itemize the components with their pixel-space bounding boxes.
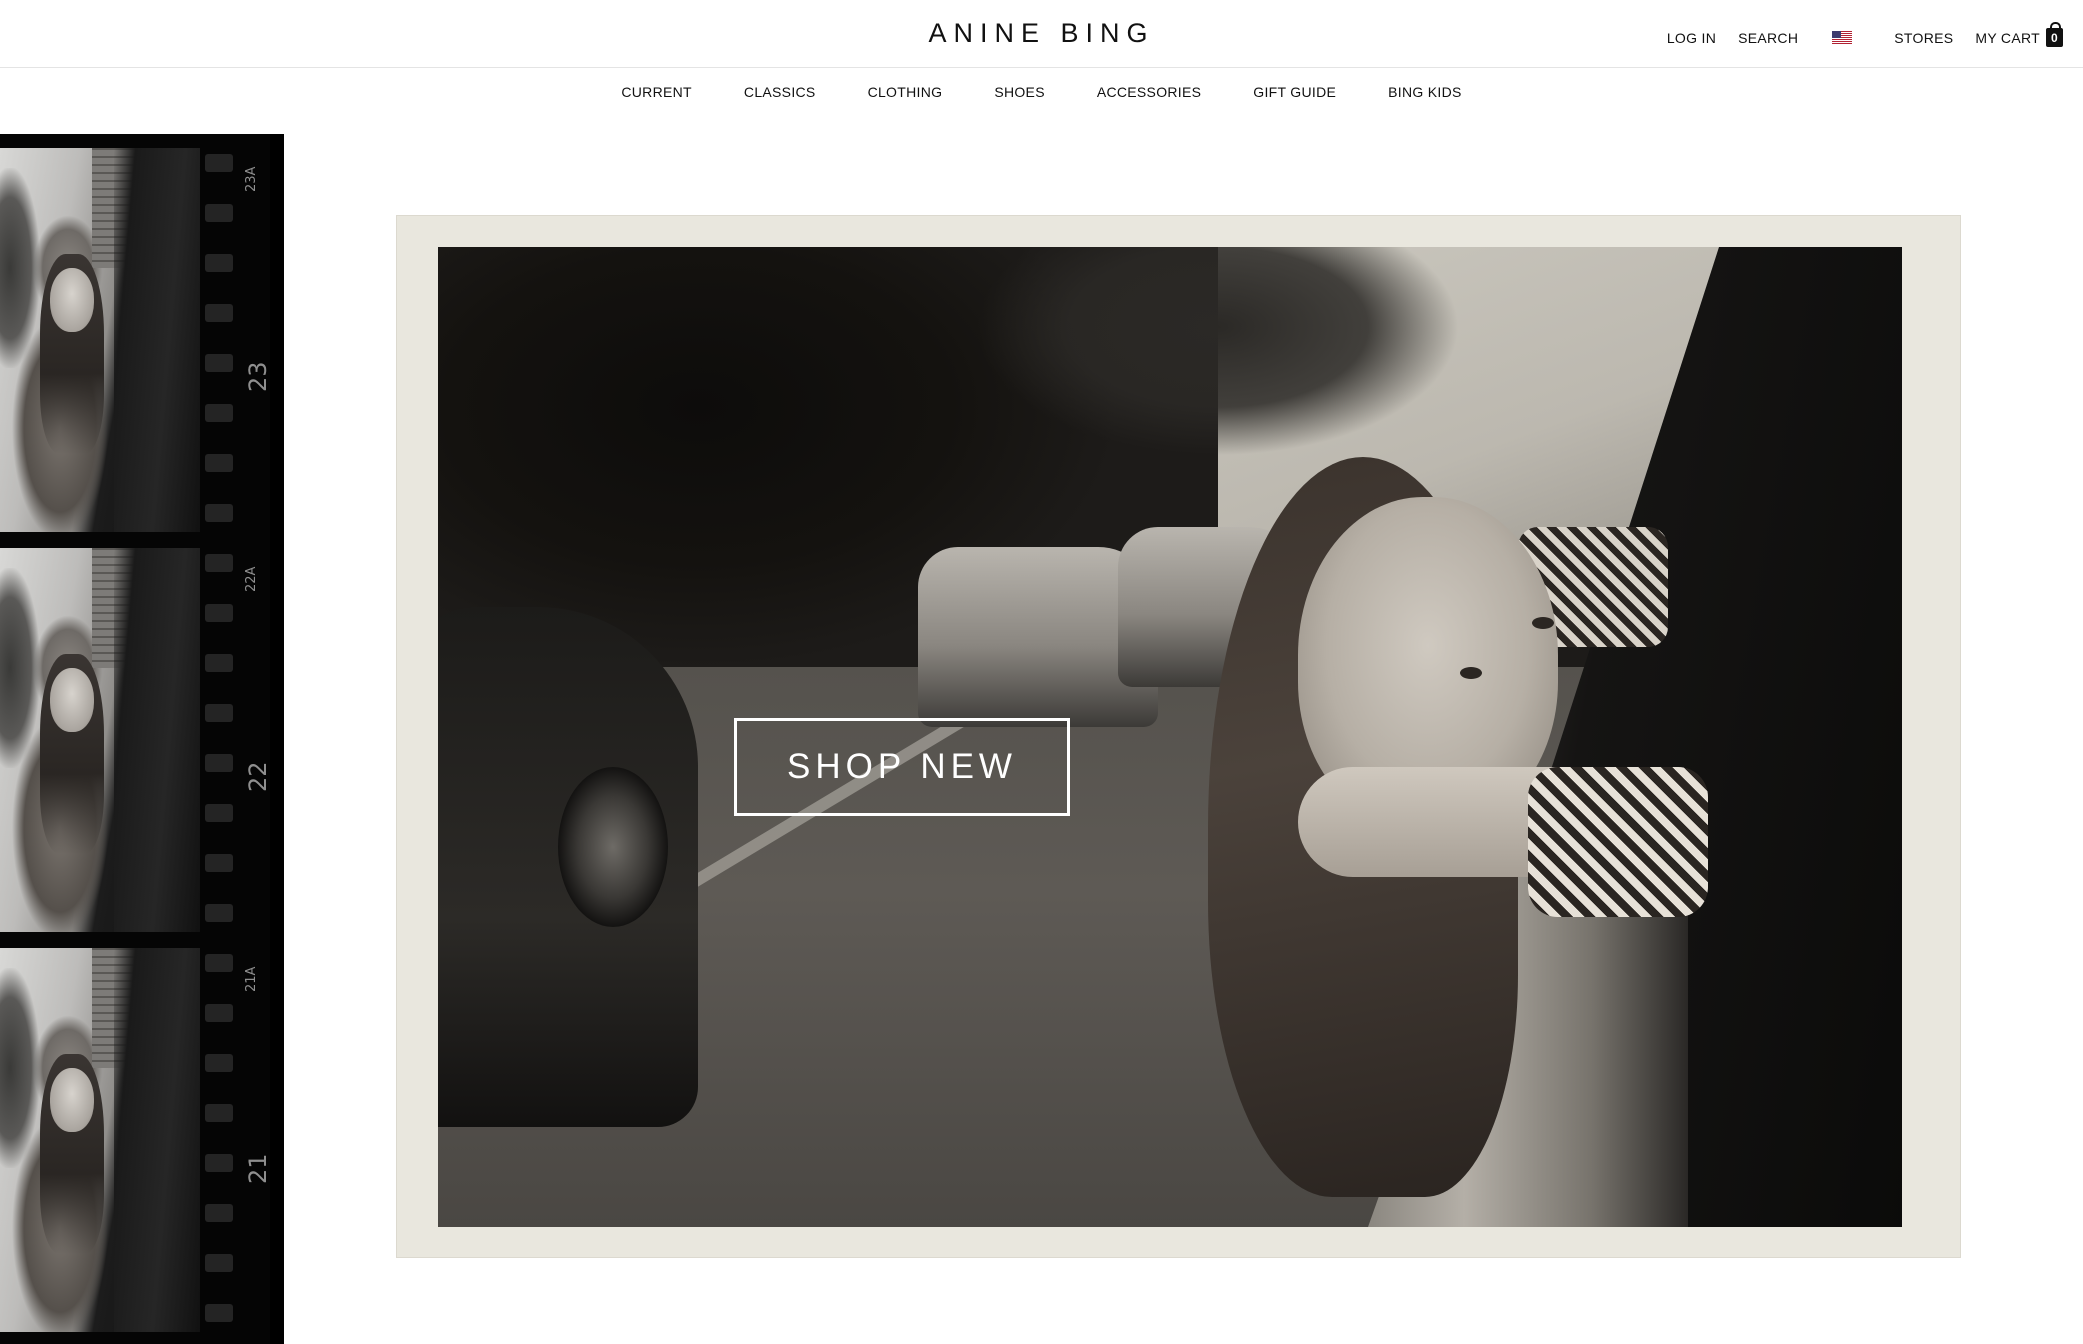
login-link[interactable]: LOG IN [1667, 30, 1716, 46]
nav-classics[interactable]: CLASSICS [744, 84, 816, 100]
film-frame [0, 948, 200, 1332]
hero-print-frame: SHOP NEW [396, 215, 1961, 1258]
film-sprocket-hole [205, 354, 233, 372]
cart-button[interactable]: MY CART 0 [1975, 22, 2063, 47]
film-sprocket-hole [205, 854, 233, 872]
film-sprocket-hole [205, 604, 233, 622]
site-header: ANINE BING LOG IN SEARCH STORES MY CART … [0, 0, 2083, 68]
shopping-bag-icon: 0 [2046, 22, 2063, 47]
film-edge-number: 22 [244, 761, 272, 792]
film-edge-number: 23 [244, 361, 272, 392]
film-sprocket-hole [205, 254, 233, 272]
film-sprocket-hole [205, 654, 233, 672]
nav-accessories[interactable]: ACCESSORIES [1097, 84, 1201, 100]
film-sprockets [205, 134, 233, 1344]
film-sprocket-hole [205, 954, 233, 972]
nav-shoes[interactable]: SHOES [994, 84, 1045, 100]
main-nav: CURRENT CLASSICS CLOTHING SHOES ACCESSOR… [0, 84, 2083, 100]
film-edge-number: 23A [244, 166, 259, 192]
nav-current[interactable]: CURRENT [621, 84, 692, 100]
film-sprocket-hole [205, 454, 233, 472]
shop-new-button[interactable]: SHOP NEW [734, 718, 1070, 816]
film-edge-number: 21A [244, 966, 259, 992]
film-sprocket-hole [205, 1254, 233, 1272]
search-link[interactable]: SEARCH [1738, 30, 1798, 46]
nav-gift-guide[interactable]: GIFT GUIDE [1253, 84, 1336, 100]
film-sprocket-hole [205, 804, 233, 822]
us-flag-icon[interactable] [1832, 31, 1853, 44]
film-sprocket-hole [205, 1004, 233, 1022]
hero-photo: SHOP NEW [438, 247, 1902, 1227]
film-edge-number: 22A [244, 566, 259, 592]
film-sprocket-hole [205, 304, 233, 322]
film-frame [0, 548, 200, 932]
film-sprocket-hole [205, 1154, 233, 1172]
nav-bing-kids[interactable]: BING KIDS [1388, 84, 1462, 100]
film-frame [0, 148, 200, 532]
film-edge-number: 21 [244, 1153, 272, 1184]
film-sprocket-hole [205, 1204, 233, 1222]
utility-nav: LOG IN SEARCH STORES MY CART 0 [1667, 22, 2063, 47]
film-sprocket-hole [205, 204, 233, 222]
nav-clothing[interactable]: CLOTHING [868, 84, 943, 100]
film-sprocket-hole [205, 1104, 233, 1122]
film-sprocket-hole [205, 404, 233, 422]
film-sprocket-hole [205, 754, 233, 772]
film-sprocket-hole [205, 1304, 233, 1322]
film-strip-image: 23A 23 22A 22 21A 21 [0, 134, 284, 1344]
film-sprocket-hole [205, 504, 233, 522]
cart-count: 0 [2051, 31, 2058, 45]
cart-label: MY CART [1975, 29, 2040, 46]
film-sprocket-hole [205, 154, 233, 172]
film-sprocket-hole [205, 704, 233, 722]
film-sprocket-hole [205, 554, 233, 572]
film-sprocket-hole [205, 904, 233, 922]
stores-link[interactable]: STORES [1894, 30, 1953, 46]
film-sprocket-hole [205, 1054, 233, 1072]
